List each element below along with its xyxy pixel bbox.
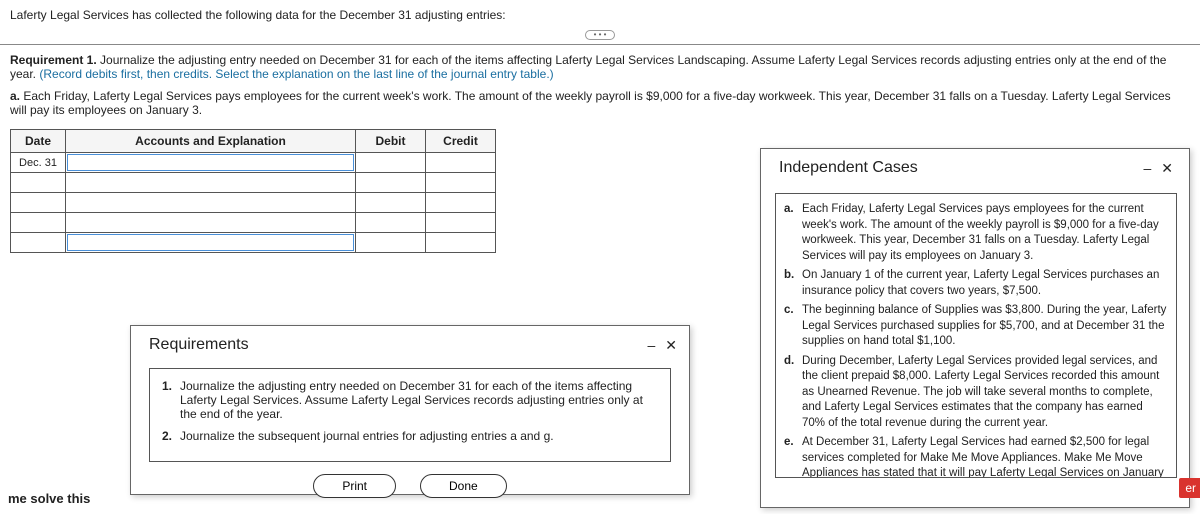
done-button[interactable]: Done [420,474,507,498]
close-icon[interactable]: ✕ [665,337,677,354]
col-credit: Credit [426,130,496,153]
col-date: Date [11,130,66,153]
item-text: Journalize the adjusting entry needed on… [180,379,658,421]
independent-cases-title: Independent Cases [779,159,918,177]
case-row: e.At December 31, Laferty Legal Services… [784,435,1168,478]
side-tab[interactable]: er [1179,478,1200,498]
case-row: b.On January 1 of the current year, Lafe… [784,268,1168,299]
credit-input[interactable] [426,153,495,172]
credit-input[interactable] [426,193,495,212]
case-text: Each Friday, Laferty Legal Services pays… [802,202,1168,264]
debit-input[interactable] [356,173,425,192]
journal-table-wrap: Date Accounts and Explanation Debit Cred… [10,129,496,253]
item-number: 2. [162,429,180,443]
table-row [11,233,496,253]
print-button[interactable]: Print [313,474,396,498]
scenario-a-text: Each Friday, Laferty Legal Services pays… [10,89,1171,117]
scenario-a-label: a. [10,89,20,103]
table-header-row: Date Accounts and Explanation Debit Cred… [11,130,496,153]
minimize-icon[interactable]: – [647,337,655,353]
close-icon[interactable]: ✕ [1161,160,1173,177]
col-debit: Debit [356,130,426,153]
case-text: The beginning balance of Supplies was $3… [802,303,1168,350]
requirements-title: Requirements [149,336,249,354]
scenario-a: a. Each Friday, Laferty Legal Services p… [10,89,1190,117]
independent-cases-modal: Independent Cases – ✕ a.Each Friday, Laf… [760,148,1190,508]
list-item: 2. Journalize the subsequent journal ent… [162,429,658,443]
item-text: Journalize the subsequent journal entrie… [180,429,658,443]
journal-table: Date Accounts and Explanation Debit Cred… [10,129,496,253]
case-label: e. [784,435,802,478]
requirement-1: Requirement 1. Journalize the adjusting … [10,53,1190,81]
list-item: 1. Journalize the adjusting entry needed… [162,379,658,421]
independent-cases-body: a.Each Friday, Laferty Legal Services pa… [775,193,1177,478]
requirement-1-hint: (Record debits first, then credits. Sele… [39,67,553,81]
case-label: b. [784,268,802,299]
case-label: c. [784,303,802,350]
accounts-input[interactable] [66,213,355,232]
accounts-input[interactable] [66,193,355,212]
case-label: a. [784,202,802,264]
table-row: Dec. 31 [11,153,496,173]
case-row: a.Each Friday, Laferty Legal Services pa… [784,202,1168,264]
debit-input[interactable] [356,153,425,172]
requirements-modal: Requirements – ✕ 1. Journalize the adjus… [130,325,690,495]
debit-input[interactable] [356,193,425,212]
item-number: 1. [162,379,180,421]
debit-input[interactable] [356,233,425,252]
case-text: On January 1 of the current year, Lafert… [802,268,1168,299]
intro-text: Laferty Legal Services has collected the… [10,8,1190,22]
debit-input[interactable] [356,213,425,232]
date-cell: Dec. 31 [11,153,66,173]
accounts-input[interactable] [66,173,355,192]
case-text: During December, Laferty Legal Services … [802,354,1168,432]
case-label: d. [784,354,802,432]
expand-button[interactable]: • • • [585,30,615,40]
table-row [11,213,496,233]
credit-input[interactable] [426,233,495,252]
col-accounts: Accounts and Explanation [66,130,356,153]
requirements-body: 1. Journalize the adjusting entry needed… [149,368,671,462]
minimize-icon[interactable]: – [1143,160,1151,176]
case-row: d.During December, Laferty Legal Service… [784,354,1168,432]
accounts-input[interactable] [66,233,355,252]
case-text: At December 31, Laferty Legal Services h… [802,435,1168,478]
help-me-solve-this[interactable]: me solve this [8,491,90,506]
requirement-1-label: Requirement 1. [10,53,97,67]
table-row [11,193,496,213]
credit-input[interactable] [426,213,495,232]
table-row [11,173,496,193]
accounts-input[interactable] [66,153,355,172]
case-row: c.The beginning balance of Supplies was … [784,303,1168,350]
credit-input[interactable] [426,173,495,192]
